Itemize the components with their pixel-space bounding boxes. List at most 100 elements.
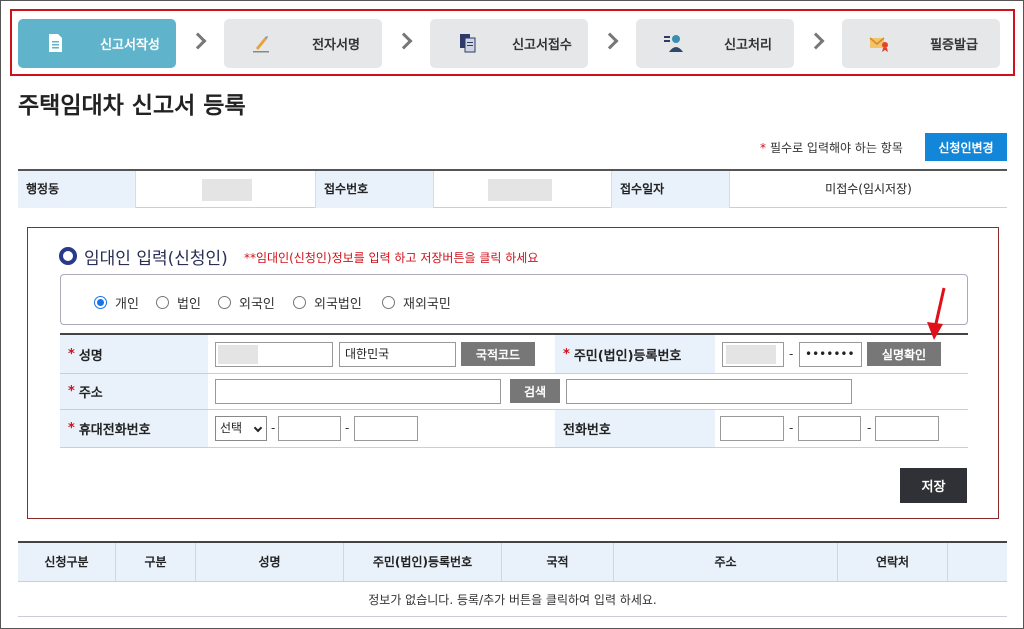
required-star: *	[563, 346, 570, 362]
step-receive-report[interactable]: 신고서접수	[430, 19, 588, 68]
step-label: 신고처리	[724, 38, 772, 53]
radio-label: 개인	[115, 297, 139, 312]
address-input[interactable]	[215, 379, 501, 404]
form-row-address: * 주소 검색	[60, 374, 968, 410]
person-icon	[664, 35, 683, 52]
label-text: 성명	[78, 348, 103, 364]
dash: -	[789, 421, 794, 435]
phone-middle-input[interactable]	[798, 416, 861, 441]
column-header: 신청구분	[18, 543, 116, 581]
admin-dong-label: 행정동	[18, 171, 136, 208]
select-value: 선택	[220, 421, 243, 435]
phone-last-input[interactable]	[875, 416, 939, 441]
chevron-down-icon	[253, 423, 263, 433]
step-label: 신고서접수	[512, 38, 572, 53]
radio-label: 법인	[177, 297, 201, 312]
required-star: *	[760, 141, 766, 155]
phone-first-input[interactable]	[720, 416, 784, 441]
column-header: 구분	[116, 543, 196, 581]
resident-no-first-input[interactable]	[722, 342, 784, 367]
receipt-no-label: 접수번호	[316, 171, 434, 208]
radio-empty-icon	[218, 296, 231, 309]
address-label: * 주소	[60, 374, 208, 409]
redacted-value	[202, 179, 252, 201]
label-text: 주소	[78, 386, 103, 401]
step-label: 전자서명	[312, 38, 360, 53]
redacted-value	[726, 345, 776, 364]
redacted-value	[218, 345, 258, 364]
receipt-date-value: 미접수(임시저장)	[825, 182, 912, 196]
mobile-prefix-select[interactable]: 선택	[215, 416, 267, 441]
radio-selected-icon	[94, 296, 107, 309]
report-info-table: 행정동 접수번호 접수일자 미접수(임시저장)	[18, 169, 1007, 208]
receipt-no-value	[434, 171, 612, 208]
step-label: 신고서작성	[100, 38, 160, 53]
nationality-input[interactable]: 대한민국	[339, 342, 456, 367]
column-header-empty	[948, 543, 1007, 581]
dash: -	[345, 421, 350, 435]
resident-no-second-input[interactable]: •••••••	[799, 342, 862, 367]
panel-title: 임대인 입력(신청인)	[84, 249, 228, 269]
radio-empty-icon	[382, 296, 395, 309]
nation-code-button[interactable]: 국적코드	[461, 342, 535, 366]
required-star: *	[68, 384, 75, 399]
mobile-last-input[interactable]	[354, 416, 418, 441]
radio-empty-icon	[293, 296, 306, 309]
radio-foreigner[interactable]: 외국인	[218, 293, 275, 312]
step-e-signature[interactable]: 전자서명	[224, 19, 382, 68]
verify-name-button[interactable]: 실명확인	[867, 342, 941, 366]
column-header: 연락처	[838, 543, 948, 581]
dash: -	[271, 421, 276, 435]
step-label: 필증발급	[930, 38, 978, 53]
required-star: *	[68, 346, 75, 362]
dash: -	[789, 347, 794, 361]
change-applicant-button[interactable]: 신청인변경	[925, 133, 1007, 161]
radio-individual[interactable]: 개인	[94, 293, 139, 312]
landlord-form: * 성명 대한민국 국적코드 * 주민(법인)등록번호 - ••••••• 실명확인…	[60, 333, 968, 448]
radio-label: 재외국민	[403, 297, 451, 312]
certificate-icon	[869, 37, 888, 52]
redacted-value	[488, 179, 552, 201]
column-header: 성명	[196, 543, 344, 581]
radio-label: 외국인	[239, 297, 275, 312]
chevron-right-icon	[395, 32, 413, 50]
column-header: 국적	[502, 543, 614, 581]
step-process-report[interactable]: 신고처리	[636, 19, 794, 68]
form-row-phone: * 휴대전화번호 선택 - - 전화번호 - -	[60, 410, 968, 448]
document-icon	[49, 34, 62, 52]
required-star: *	[68, 421, 75, 436]
pen-icon	[253, 36, 269, 53]
mobile-label: * 휴대전화번호	[60, 410, 208, 447]
phone-label: 전화번호	[555, 410, 715, 447]
column-header: 주소	[614, 543, 838, 581]
chevron-right-icon	[807, 32, 825, 50]
name-label: * 성명	[60, 335, 208, 373]
receipt-date-label: 접수일자	[612, 171, 730, 208]
person-type-radio-group: 개인 법인 외국인 외국법인 재외국민	[60, 274, 968, 325]
save-button[interactable]: 저장	[900, 468, 967, 503]
address-detail-input[interactable]	[566, 379, 852, 404]
files-icon	[460, 34, 476, 53]
name-input[interactable]	[215, 342, 333, 367]
radio-overseas-korean[interactable]: 재외국민	[382, 293, 451, 312]
required-note: * 필수로 입력해야 하는 항목	[760, 139, 903, 156]
circle-bullet-icon	[59, 247, 77, 265]
process-steps: 신고서작성 전자서명 신고서접수 신고처리 필증발급	[10, 9, 1015, 76]
form-row-name: * 성명 대한민국 국적코드 * 주민(법인)등록번호 - ••••••• 실명확인	[60, 335, 968, 374]
radio-empty-icon	[156, 296, 169, 309]
annotation-arrow-icon	[927, 287, 946, 340]
radio-label: 외국법인	[314, 297, 362, 312]
address-search-button[interactable]: 검색	[510, 379, 560, 403]
panel-instruction: **임대인(신청인)정보를 입력 하고 저장버튼을 클릭 하세요	[244, 251, 539, 265]
admin-dong-value	[136, 171, 316, 208]
empty-message: 정보가 없습니다. 등록/추가 버튼을 클릭하여 입력 하세요.	[18, 581, 1007, 617]
radio-corporation[interactable]: 법인	[156, 293, 201, 312]
step-write-report[interactable]: 신고서작성	[18, 19, 176, 68]
dash: -	[867, 421, 872, 435]
step-issue-certificate[interactable]: 필증발급	[842, 19, 1000, 68]
radio-foreign-corporation[interactable]: 외국법인	[293, 293, 362, 312]
mobile-middle-input[interactable]	[278, 416, 341, 441]
label-text: 휴대전화번호	[78, 423, 151, 438]
resident-no-label: * 주민(법인)등록번호	[555, 335, 715, 373]
party-list-table: 신청구분 구분 성명 주민(법인)등록번호 국적 주소 연락처 정보가 없습니다…	[18, 541, 1007, 617]
